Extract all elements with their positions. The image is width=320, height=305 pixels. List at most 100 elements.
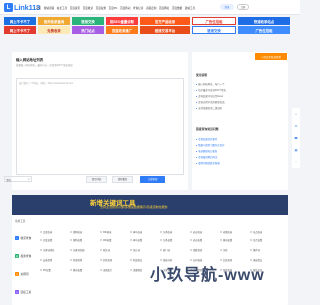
- nav-item[interactable]: 搜站思路: [44, 6, 54, 10]
- register-button[interactable]: 注册: [237, 4, 249, 10]
- tool-link[interactable]: 360收录: [100, 230, 111, 234]
- site-logo[interactable]: L Link113: [4, 3, 40, 12]
- tool-link[interactable]: 头条收录: [160, 230, 172, 234]
- ad-banner[interactable]: 官方产品收录: [140, 17, 190, 25]
- tool-icon: [70, 230, 73, 234]
- faq-item[interactable]: 数据与搜索引擎存在差异: [196, 143, 224, 147]
- tool-label: PC权重: [42, 270, 51, 272]
- ad-banner[interactable]: 百度收录推广: [106, 26, 138, 34]
- usage-title: 使用说明: [196, 73, 208, 77]
- bullet-icon: [196, 95, 198, 97]
- category-keyword[interactable]: ⚷ 关键词: [15, 272, 29, 276]
- tool-link[interactable]: 竞价词: [130, 248, 140, 252]
- ad-banner[interactable]: 快速收录站点: [238, 17, 290, 25]
- nav-item[interactable]: 百度PC: [109, 6, 118, 10]
- tool-link[interactable]: 热门词: [160, 248, 170, 252]
- chat-icon[interactable]: ✉: [294, 124, 298, 128]
- tool-link[interactable]: 词库: [220, 248, 228, 252]
- tool-link[interactable]: 搜狗收录: [70, 230, 82, 234]
- tool-link[interactable]: 搜狗权重: [70, 238, 82, 242]
- nav-item[interactable]: 建站工具: [185, 6, 195, 10]
- login-button[interactable]: 登录: [220, 4, 234, 10]
- ad-banner[interactable]: 热门站点: [72, 26, 104, 34]
- usage-item: 查询结果可导出至Excel: [196, 94, 223, 98]
- category-link[interactable]: ∞ 链接工具: [15, 290, 31, 294]
- tool-icon: [250, 230, 253, 234]
- tool-link[interactable]: 流量预估: [130, 268, 142, 272]
- bullet-icon: [196, 162, 198, 164]
- tool-link[interactable]: 百度收录: [40, 230, 52, 234]
- faq-item[interactable]: 查询慢请稍后再试: [196, 155, 217, 159]
- tool-label: 死链提交: [132, 260, 143, 262]
- engine-select[interactable]: 默认 ▾: [4, 176, 32, 182]
- tool-link[interactable]: 百度权重: [40, 238, 52, 242]
- ad-banner[interactable]: 广告位招租: [238, 26, 290, 34]
- tool-link[interactable]: 神马权重: [130, 238, 142, 242]
- nav-item[interactable]: 查询记录: [133, 6, 143, 10]
- tool-link[interactable]: 头条权重: [160, 238, 172, 242]
- tool-link[interactable]: 360权重: [100, 238, 111, 242]
- faq-item[interactable]: 遇到问题请联系客服: [196, 161, 220, 165]
- tool-link[interactable]: 推荐词: [250, 248, 260, 252]
- tool-link[interactable]: 必应权重: [190, 238, 202, 242]
- nav-item[interactable]: 百度收录: [83, 6, 93, 10]
- usage-item: 查询过程中请勿刷新页面: [196, 100, 224, 104]
- dedupe-button[interactable]: 清除重复: [112, 176, 133, 183]
- tool-link[interactable]: 谷歌收录: [220, 230, 232, 234]
- ad-banner[interactable]: 免费收录: [38, 26, 70, 34]
- tool-icon: [250, 248, 253, 252]
- nav-item[interactable]: 百度权重: [96, 6, 106, 10]
- tool-link[interactable]: 外链查询: [100, 258, 112, 262]
- tool-label: 谷歌收录: [222, 232, 233, 234]
- url-list-textarea[interactable]: 每行填写一个地址，例如：https://www.link113.com: [16, 78, 184, 175]
- chart-icon: ▤: [15, 254, 19, 258]
- panel-title: 输入网站地址列表: [16, 58, 44, 62]
- nav-item[interactable]: 首页: [36, 6, 41, 10]
- tool-link[interactable]: PC权重: [40, 268, 51, 272]
- tool-label: 360权重: [102, 240, 112, 242]
- nav-item[interactable]: 高级定制: [146, 6, 156, 10]
- nav-item[interactable]: 站长工具: [57, 6, 67, 10]
- ad-banner[interactable]: 相SEO重量诊断: [106, 17, 138, 25]
- tool-link[interactable]: 站点收录: [250, 230, 262, 234]
- query-button[interactable]: 立即查询: [140, 176, 165, 183]
- faq-item[interactable]: 收录数据每日更新: [196, 149, 217, 153]
- tool-link[interactable]: 友链检测: [40, 258, 52, 262]
- tool-link[interactable]: 移动权重: [70, 268, 82, 272]
- nav-item[interactable]: 百度数据: [172, 6, 182, 10]
- nav-item[interactable]: 百度网址: [159, 6, 169, 10]
- category-search[interactable]: ⌕ 收录查询: [15, 236, 31, 240]
- ad-banner[interactable]: 广告位招租: [192, 17, 236, 25]
- tool-label: 必应权重: [192, 240, 203, 242]
- tool-link[interactable]: 来路统计: [100, 268, 112, 272]
- logo-mark-icon: L: [4, 3, 13, 12]
- phone-icon[interactable]: ☎: [294, 136, 298, 140]
- submit-button[interactable]: + 提交至收录检测: [255, 53, 287, 60]
- ad-banner[interactable]: 网上不卡不了: [4, 17, 36, 25]
- tool-icon: [190, 248, 193, 252]
- tool-label: 头条权重: [162, 240, 173, 242]
- nav-item[interactable]: 百度移动: [120, 6, 130, 10]
- tool-link[interactable]: 相关词: [100, 248, 110, 252]
- tool-link[interactable]: 关键词排名: [40, 248, 54, 252]
- ad-banner[interactable]: 链接交换: [192, 26, 236, 34]
- ad-banner[interactable]: 链接交换: [72, 17, 104, 25]
- tool-link[interactable]: 死链提交: [130, 258, 142, 262]
- ad-banner[interactable]: 相关收录查询: [38, 17, 70, 25]
- qrcode-icon[interactable]: ▦: [294, 148, 298, 152]
- tool-link[interactable]: 长尾词挖掘: [70, 248, 84, 252]
- tool-link[interactable]: 必应收录: [190, 230, 202, 234]
- tool-link[interactable]: 死链检测: [70, 258, 82, 262]
- ad-banner[interactable]: 链接交易平台: [140, 26, 190, 34]
- tool-link[interactable]: 综合权重: [250, 238, 262, 242]
- ad-banner[interactable]: 网上不卡不了: [4, 26, 36, 34]
- nav-item[interactable]: 百度资讯: [70, 6, 80, 10]
- back-to-top-icon[interactable]: ↑: [294, 160, 298, 164]
- home-icon[interactable]: ⌂: [294, 112, 298, 116]
- tool-link[interactable]: 指数查询: [190, 248, 202, 252]
- tool-link[interactable]: 神马收录: [130, 230, 142, 234]
- tool-link[interactable]: 移动权重: [220, 238, 232, 242]
- clear-list-button[interactable]: 清空列表: [86, 176, 107, 183]
- category-weight[interactable]: ▤ 权重查询: [15, 254, 31, 258]
- faq-item[interactable]: 查询结果仅供参考: [196, 137, 217, 141]
